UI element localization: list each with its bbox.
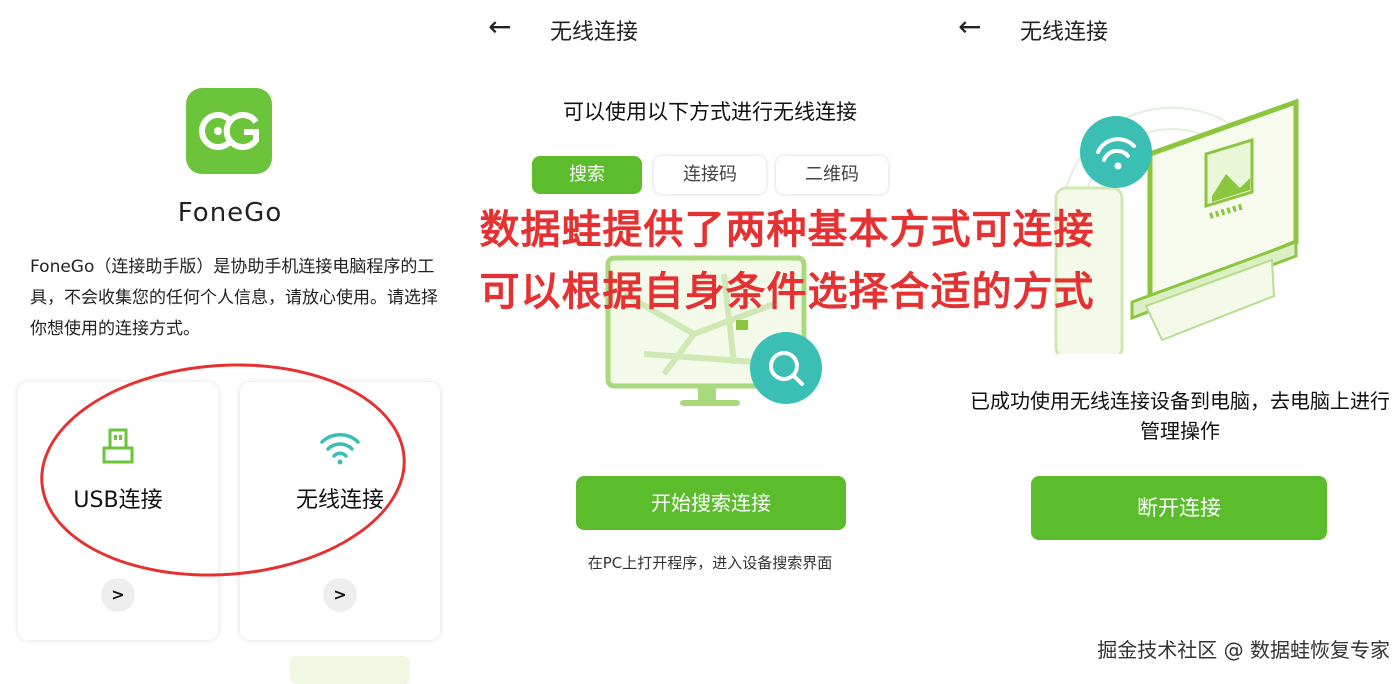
app-name: FoneGo [177,198,283,228]
watermark: 掘金技术社区 @ 数据蛙恢复专家 [1097,638,1390,662]
annotation-text-line2: 可以根据自身条件选择合适的方式 [479,269,1095,315]
chevron-right-icon[interactable]: > [323,578,357,612]
fonego-logo-icon [199,112,259,150]
disconnect-button[interactable]: 断开连接 [1031,476,1327,540]
connected-message: 已成功使用无线连接设备到电脑，去电脑上进行管理操作 [970,389,1390,443]
app-logo [186,88,272,174]
back-arrow-icon[interactable]: ← [958,13,981,41]
tab-connect-code[interactable]: 连接码 [654,156,766,194]
screen-title: 无线连接 [1020,20,1109,45]
wireless-subtitle: 可以使用以下方式进行无线连接 [563,100,857,124]
app-description: FoneGo（连接助手版）是协助手机连接电脑程序的工具，不会收集您的任何个人信息… [30,257,438,339]
tab-qr-code[interactable]: 二维码 [776,156,888,194]
annotation-text-line1: 数据蛙提供了两种基本方式可连接 [479,207,1095,253]
back-arrow-icon[interactable]: ← [488,13,511,41]
screen-title: 无线连接 [550,20,639,45]
decorative-fade [290,656,410,684]
chevron-right-icon[interactable]: > [101,578,135,612]
tab-search[interactable]: 搜索 [532,156,642,194]
start-search-button[interactable]: 开始搜索连接 [576,476,846,530]
search-hint: 在PC上打开程序，进入设备搜索界面 [587,554,833,572]
